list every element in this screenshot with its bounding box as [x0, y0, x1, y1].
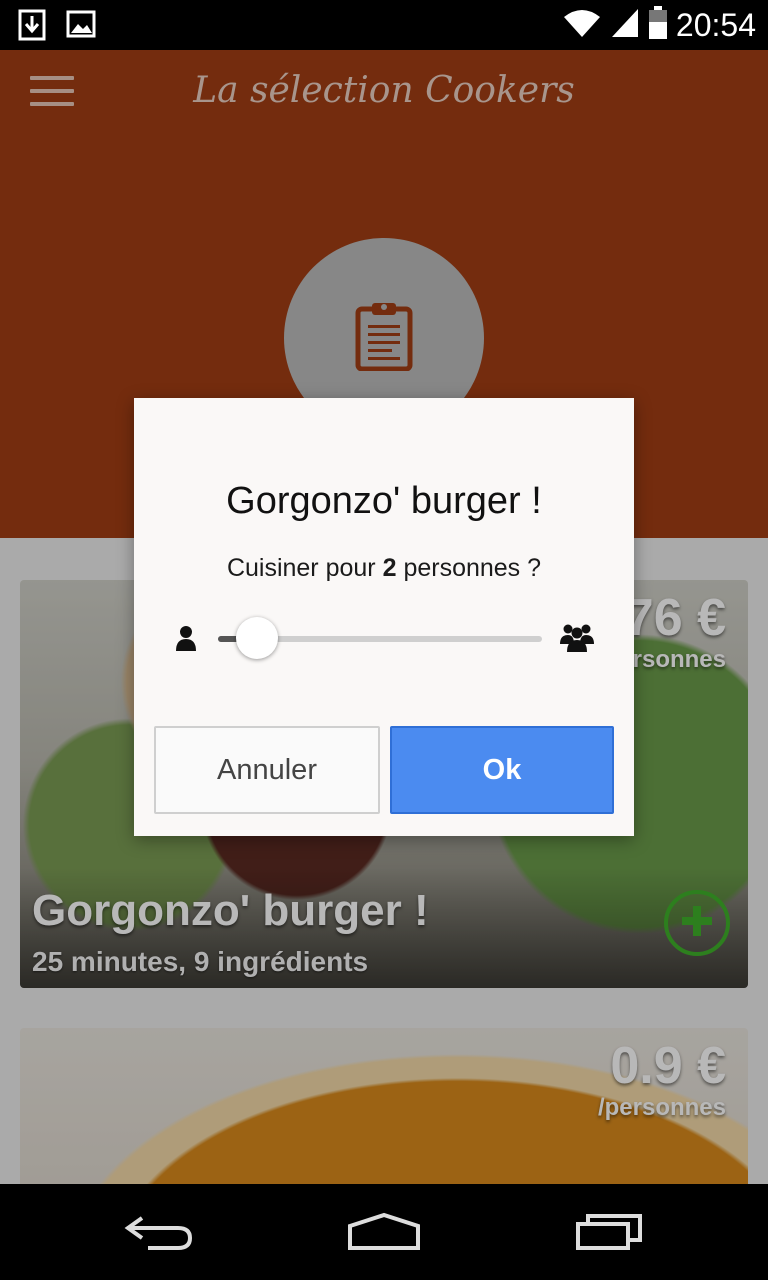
- question-suffix: personnes ?: [403, 554, 542, 582]
- image-icon: [66, 9, 96, 46]
- group-icon: [560, 622, 594, 657]
- back-icon[interactable]: [124, 1212, 194, 1257]
- recents-icon[interactable]: [574, 1212, 644, 1257]
- navigation-bar: [0, 1184, 768, 1280]
- signal-icon: [610, 7, 640, 44]
- servings-slider[interactable]: [174, 617, 594, 659]
- question-prefix: Cuisiner pour: [226, 554, 376, 582]
- status-bar: 20:54: [0, 0, 768, 50]
- ok-button[interactable]: Ok: [390, 726, 614, 814]
- wifi-icon: [562, 7, 602, 44]
- dialog-question: Cuisiner pour 2 personnes ?: [134, 554, 634, 583]
- battery-icon: [648, 6, 668, 45]
- cancel-button[interactable]: Annuler: [154, 726, 380, 814]
- download-icon: [18, 9, 46, 46]
- clock: 20:54: [675, 7, 756, 43]
- home-icon[interactable]: [346, 1212, 422, 1257]
- servings-dialog: Gorgonzo' burger ! Cuisiner pour 2 perso…: [134, 398, 634, 836]
- person-icon: [174, 624, 198, 657]
- servings-count: 2: [382, 554, 397, 582]
- slider-thumb[interactable]: [235, 617, 278, 659]
- dialog-title: Gorgonzo' burger !: [226, 480, 542, 522]
